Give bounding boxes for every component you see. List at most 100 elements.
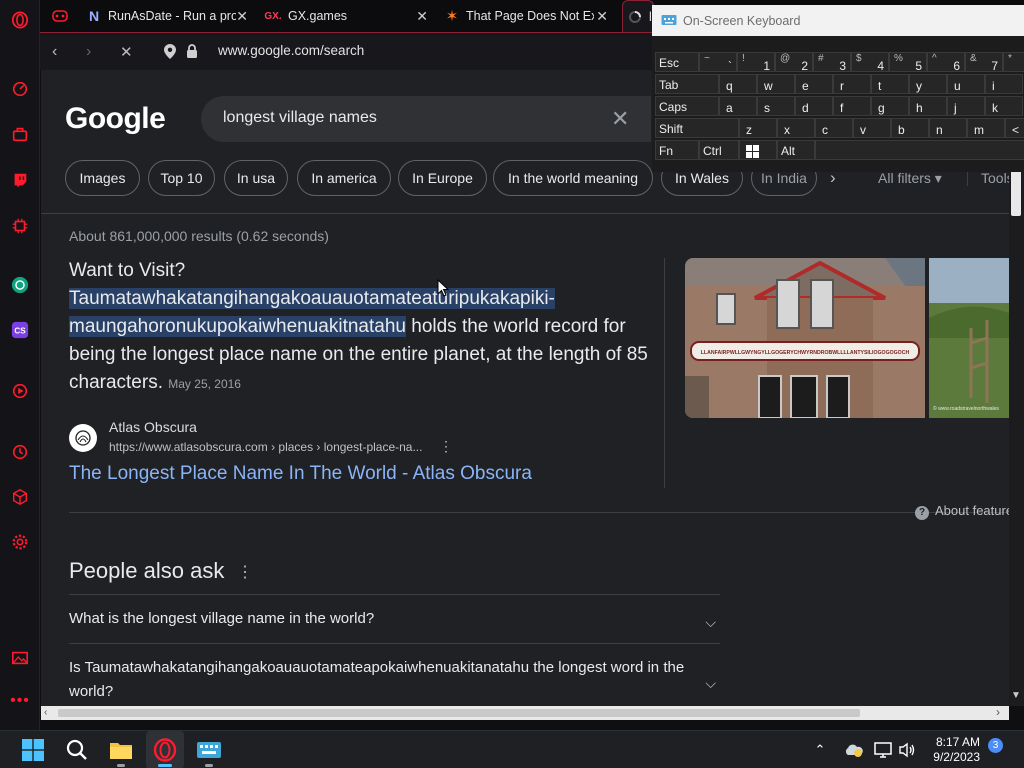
scroll-down-arrow-icon[interactable]: ▼ [1011, 690, 1021, 701]
tab-page-not-exist[interactable]: ✶ That Page Does Not Exi ✕ [444, 0, 614, 32]
search-input[interactable]: longest village names [223, 109, 377, 127]
key-i[interactable]: i [985, 74, 1023, 94]
key-<[interactable]: < [1005, 118, 1024, 138]
opera-logo-icon[interactable] [0, 5, 40, 35]
key-`[interactable]: ~ ` [699, 52, 737, 73]
key-s[interactable]: s [757, 96, 795, 116]
result-title-link[interactable]: The Longest Place Name In The World - At… [69, 463, 532, 485]
gx-corner-icon[interactable] [52, 0, 72, 32]
key-shift[interactable]: Shift [655, 118, 739, 138]
settings-gear-icon[interactable] [0, 527, 40, 557]
back-icon[interactable]: ‹ [52, 43, 57, 61]
cpu-limiter-icon[interactable] [0, 211, 40, 241]
key-m[interactable]: m [967, 118, 1005, 138]
key-q[interactable]: q [719, 74, 757, 94]
player-icon[interactable] [0, 376, 40, 406]
source-name[interactable]: Atlas Obscura [109, 419, 197, 435]
key-1[interactable]: ! 1 [737, 52, 775, 73]
url-text[interactable]: www.google.com/search [218, 43, 364, 58]
key-windows[interactable] [739, 140, 777, 160]
forward-icon[interactable]: › [86, 43, 91, 61]
history-icon[interactable] [0, 437, 40, 467]
clear-search-icon[interactable]: ✕ [611, 106, 629, 132]
key-y[interactable]: y [909, 74, 947, 94]
key-g[interactable]: g [871, 96, 909, 116]
close-tab-icon[interactable]: ✕ [596, 8, 608, 24]
station-sign-image[interactable]: LLANFAIRPWLLGWYNGYLLGOGERYCHWYRNDROBWLLL… [685, 258, 925, 418]
stop-loading-icon[interactable]: ✕ [120, 43, 133, 61]
extensions-cube-icon[interactable] [0, 482, 40, 512]
onedrive-icon[interactable] [842, 731, 864, 768]
chatgpt-icon[interactable] [0, 270, 40, 300]
chip-in-the-world-meaning[interactable]: In the world meaning [493, 160, 653, 196]
horizontal-scroll-thumb[interactable] [58, 709, 860, 717]
network-icon[interactable] [873, 731, 893, 768]
search-icon[interactable] [62, 731, 92, 768]
key-w[interactable]: w [757, 74, 795, 94]
search-box[interactable]: longest village names ✕ [201, 96, 651, 142]
notification-count-badge[interactable]: 3 [988, 738, 1003, 753]
close-tab-icon[interactable]: ✕ [416, 8, 428, 24]
key-4[interactable]: $4 [851, 52, 889, 73]
key-5[interactable]: % 5 [889, 52, 927, 73]
bag-icon[interactable] [0, 119, 40, 149]
gallery-icon[interactable] [0, 643, 40, 673]
key-a[interactable]: a [719, 96, 757, 116]
keyboard-title-bar[interactable]: On-Screen Keyboard [652, 5, 1024, 36]
more-options-icon[interactable]: ⋮ [439, 438, 453, 455]
key-z[interactable]: z [739, 118, 777, 138]
key-f[interactable]: f [833, 96, 871, 116]
google-logo[interactable]: Google [65, 102, 166, 136]
more-dots-icon[interactable]: ••• [0, 686, 40, 716]
opera-gx-taskbar-icon[interactable] [146, 731, 184, 768]
tab-runasdate[interactable]: N RunAsDate - Run a prog ✕ [86, 0, 254, 32]
key-h[interactable]: h [909, 96, 947, 116]
key-tab[interactable]: Tab [655, 74, 719, 94]
countryside-image[interactable]: © www.roadstravelnorthwales [929, 258, 1009, 418]
chip-in-america[interactable]: In america [297, 160, 391, 196]
key-x[interactable]: x [777, 118, 815, 138]
system-clock[interactable]: 8:17 AM 9/2/2023 [926, 735, 980, 765]
tab-active[interactable]: lo [622, 0, 654, 32]
key-caps[interactable]: Caps [655, 96, 719, 116]
key-8[interactable]: *8 [1003, 52, 1024, 72]
location-pin-icon[interactable] [164, 44, 176, 64]
paa-question-2[interactable]: Is Taumatawhakatangihangakoauauotamateap… [69, 643, 720, 706]
all-filters-button[interactable]: All filters ▾ [878, 170, 942, 187]
key-r[interactable]: r [833, 74, 871, 94]
about-featured-snippets[interactable]: ? About featured [915, 503, 1009, 520]
key-u[interactable]: u [947, 74, 985, 94]
chip-images[interactable]: Images [65, 160, 140, 196]
atlas-obscura-favicon-icon[interactable] [69, 424, 97, 452]
windows-start-icon[interactable] [18, 731, 48, 768]
key-n[interactable]: n [929, 118, 967, 138]
key-j[interactable]: j [947, 96, 985, 116]
key-alt[interactable]: Alt [777, 140, 815, 160]
key-k[interactable]: k [985, 96, 1023, 116]
source-url[interactable]: https://www.atlasobscura.com › places › … [109, 440, 422, 454]
lock-icon[interactable] [186, 44, 198, 63]
key-d[interactable]: d [795, 96, 833, 116]
key-6[interactable]: ^ 6 [927, 52, 965, 73]
key-3[interactable]: #3 [813, 52, 851, 73]
tools-button[interactable]: Tools [981, 170, 1009, 186]
tab-gxgames[interactable]: GX. GX.games ✕ [264, 0, 434, 32]
key-v[interactable]: v [853, 118, 891, 138]
volume-icon[interactable] [897, 731, 917, 768]
key-fn[interactable]: Fn [655, 140, 699, 160]
paa-more-options-icon[interactable]: ⋮ [237, 562, 253, 582]
file-explorer-icon[interactable] [105, 731, 137, 768]
key-esc[interactable]: Esc [655, 52, 699, 72]
key-c[interactable]: c [815, 118, 853, 138]
key-space[interactable] [815, 140, 1024, 160]
key-7[interactable]: & 7 [965, 52, 1003, 73]
show-hidden-icons-chevron-icon[interactable]: ⌃ [810, 731, 830, 768]
chip-top10[interactable]: Top 10 [148, 160, 215, 196]
key-t[interactable]: t [871, 74, 909, 94]
key-ctrl[interactable]: Ctrl [699, 140, 739, 160]
paa-question-1[interactable]: What is the longest village name in the … [69, 594, 720, 643]
key-b[interactable]: b [891, 118, 929, 138]
scroll-right-arrow-icon[interactable]: › [996, 705, 1000, 719]
chip-in-usa[interactable]: In usa [224, 160, 288, 196]
key-e[interactable]: e [795, 74, 833, 94]
